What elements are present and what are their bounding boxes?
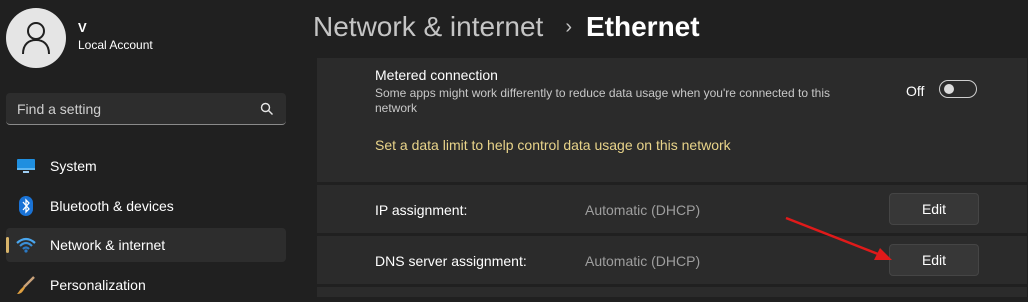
next-settings-row — [317, 287, 1027, 297]
toggle-state-label: Off — [906, 83, 925, 99]
dns-assignment-value: Automatic (DHCP) — [585, 253, 701, 269]
selection-indicator — [6, 237, 9, 253]
wifi-icon — [16, 236, 36, 254]
breadcrumb-parent[interactable]: Network & internet — [313, 11, 543, 43]
dns-assignment-edit-button[interactable]: Edit — [889, 244, 979, 276]
sidebar-item-label: System — [50, 158, 97, 174]
avatar — [6, 8, 66, 68]
sidebar-item-bluetooth[interactable]: Bluetooth & devices — [6, 189, 286, 223]
breadcrumb: Network & internet › Ethernet — [313, 10, 700, 44]
dns-assignment-row: DNS server assignment: Automatic (DHCP) … — [317, 236, 1027, 284]
search-placeholder: Find a setting — [17, 100, 102, 117]
metered-connection-card: Metered connection Some apps might work … — [317, 58, 1027, 182]
ip-assignment-value: Automatic (DHCP) — [585, 202, 701, 218]
navigation-pane: V Local Account Find a setting System Bl… — [0, 0, 300, 297]
user-icon — [22, 22, 50, 55]
account-profile[interactable]: V Local Account — [6, 8, 153, 68]
ip-assignment-row: IP assignment: Automatic (DHCP) Edit — [317, 185, 1027, 233]
metered-connection-toggle[interactable] — [939, 80, 977, 98]
search-input[interactable]: Find a setting — [6, 93, 286, 125]
account-type: Local Account — [78, 38, 153, 52]
metered-connection-description: Some apps might work differently to redu… — [375, 86, 831, 115]
ip-assignment-edit-button[interactable]: Edit — [889, 193, 979, 225]
page-title: Ethernet — [586, 11, 700, 42]
search-icon[interactable] — [260, 102, 274, 116]
toggle-knob — [944, 84, 954, 94]
brush-icon — [16, 276, 36, 294]
metered-connection-title: Metered connection — [375, 67, 498, 83]
bluetooth-icon — [16, 196, 36, 216]
dns-assignment-label: DNS server assignment: — [375, 253, 527, 269]
chevron-right-icon: › — [565, 15, 572, 38]
ip-assignment-label: IP assignment: — [375, 202, 468, 218]
sidebar-item-label: Personalization — [50, 277, 146, 293]
sidebar-item-network[interactable]: Network & internet — [6, 228, 286, 262]
set-data-limit-link[interactable]: Set a data limit to help control data us… — [375, 137, 731, 153]
sidebar-item-label: Network & internet — [50, 237, 166, 253]
sidebar-item-label: Bluetooth & devices — [50, 198, 174, 214]
sidebar-item-system[interactable]: System — [6, 149, 286, 183]
account-name: V — [78, 20, 87, 35]
monitor-icon — [16, 157, 36, 175]
